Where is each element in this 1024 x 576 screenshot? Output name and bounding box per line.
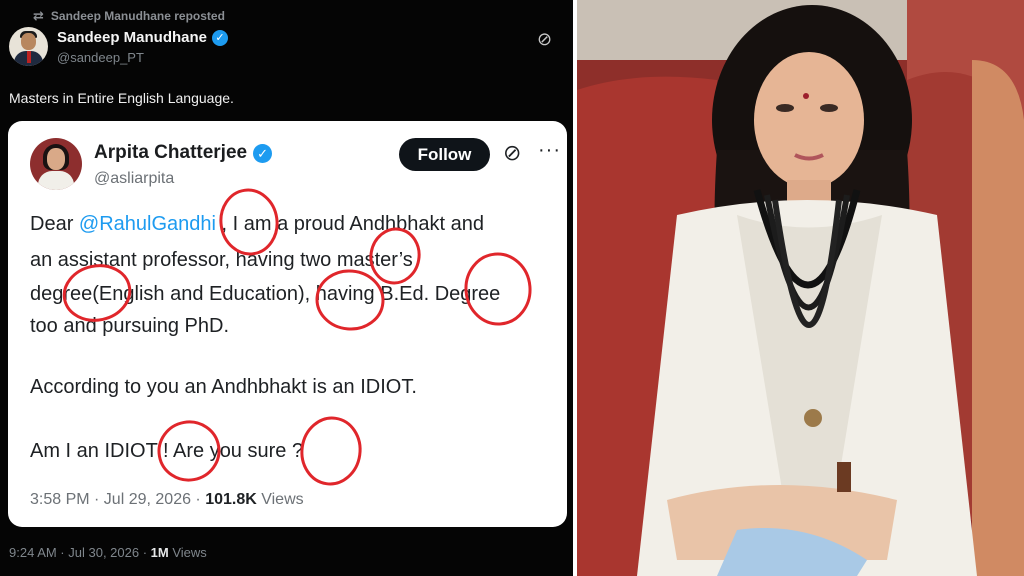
quoted-text-line: Dear @RahulGandhi , I am a proud Andhbha… [30,213,484,235]
quoted-text-line: an assistant professor, having two maste… [30,249,413,271]
repost-icon: ⇄ [33,8,44,23]
repost-indicator: ⇄ Sandeep Manudhane reposted [33,8,225,24]
portrait-photo [577,0,1024,576]
quoted-author-name[interactable]: Arpita Chatterjee ✓ [94,142,273,164]
verified-badge-icon: ✓ [212,29,229,46]
quoted-text-line: degree(English and Education), having B.… [30,283,501,305]
tweet-screenshot-panel: ⇄ Sandeep Manudhane reposted Sandeep Man… [0,0,573,576]
tweet-meta: 9:24 AM · Jul 30, 2026 · 1M Views [9,545,207,560]
more-icon[interactable]: ··· [538,139,561,162]
author-handle[interactable]: @sandeep_PT [57,50,144,65]
verified-badge-icon: ✓ [253,143,273,163]
quoted-tweet-meta: 3:58 PM · Jul 29, 2026 · 101.8K Views [30,491,304,508]
grok-icon[interactable]: ⊘ [503,140,521,166]
mention-link[interactable]: @RahulGandhi [79,213,216,235]
tweet-text: Masters in Entire English Language. [9,90,234,106]
quoted-text-line: According to you an Andhbhakt is an IDIO… [30,376,417,398]
follow-button[interactable]: Follow [399,138,490,171]
grok-icon[interactable]: ⊘ [537,29,552,50]
author-name[interactable]: Sandeep Manudhane ✓ [57,29,229,46]
quoted-tweet-card[interactable]: Arpita Chatterjee ✓ @asliarpita Follow ⊘… [8,121,567,527]
quoted-author-handle[interactable]: @asliarpita [94,170,174,188]
quoted-text-line: Am I an IDIOT ! Are you sure ? [30,440,304,462]
portrait-illustration [577,0,1024,576]
avatar[interactable] [9,27,48,66]
repost-text: Sandeep Manudhane reposted [50,9,225,23]
quoted-text-line: too and pursuing PhD. [30,315,230,337]
avatar[interactable] [30,138,82,190]
